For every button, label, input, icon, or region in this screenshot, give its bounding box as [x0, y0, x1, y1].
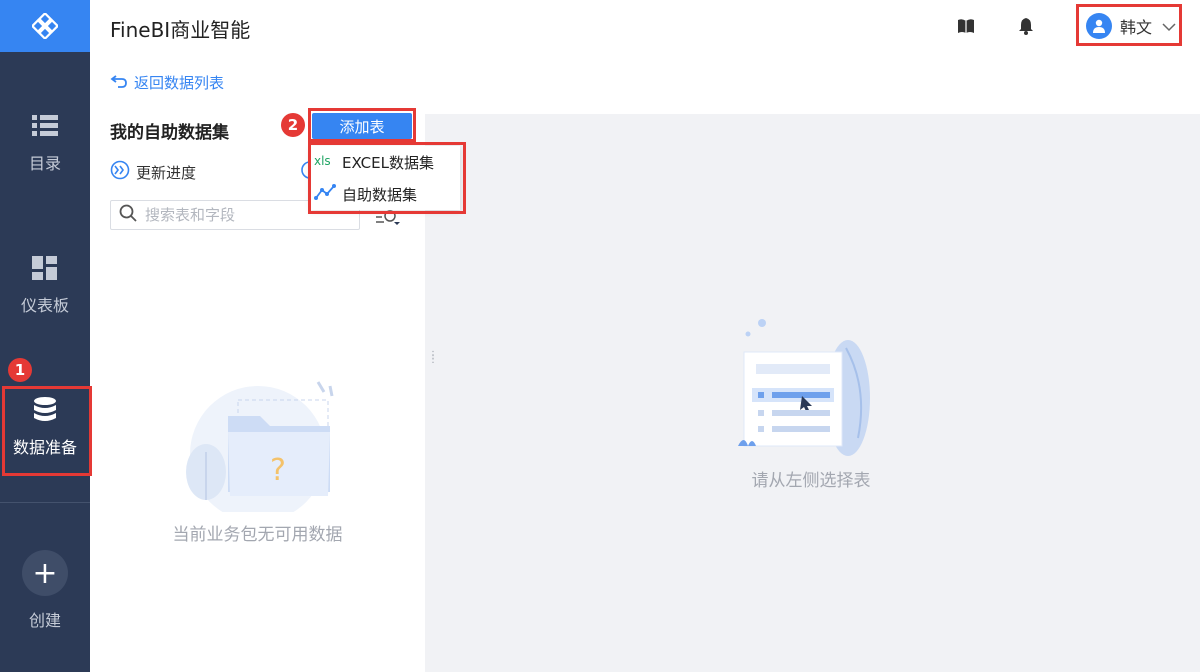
highlight-frame: [308, 108, 416, 142]
back-arrow-icon: [110, 74, 128, 92]
svg-text:?: ?: [270, 453, 286, 488]
sidebar-item-label: 仪表板: [20, 296, 69, 315]
progress-icon: [110, 160, 130, 184]
update-progress-button[interactable]: 更新进度: [110, 160, 196, 184]
select-table-illustration: [738, 319, 870, 456]
create-label: 创建: [28, 611, 61, 630]
empty-folder-illustration: ?: [186, 381, 334, 512]
create-button[interactable]: +: [22, 550, 68, 596]
bell-icon[interactable]: [1016, 16, 1036, 36]
back-to-data-list-link[interactable]: 返回数据列表: [110, 72, 224, 93]
plus-icon: +: [32, 555, 58, 591]
step-badge: 2: [281, 113, 305, 137]
panel-title: 我的自助数据集: [110, 123, 229, 143]
update-progress-label: 更新进度: [136, 163, 197, 182]
highlight-frame: [308, 142, 466, 214]
app-logo[interactable]: [0, 0, 90, 52]
highlight-frame: [1076, 4, 1182, 46]
dashboard-icon: [32, 254, 58, 282]
content-toolbar: [425, 52, 1200, 114]
empty-package-text: 当前业务包无可用数据: [172, 525, 343, 545]
list-icon: [32, 112, 58, 140]
sidebar-item-dashboard[interactable]: 仪表板: [0, 250, 90, 320]
logo-icon: [32, 13, 58, 39]
search-icon: [119, 204, 137, 226]
back-link-label: 返回数据列表: [134, 74, 225, 92]
sidebar-item-catalog[interactable]: 目录: [0, 108, 90, 178]
book-icon[interactable]: [956, 16, 976, 36]
step-badge: 1: [8, 358, 32, 382]
sidebar-item-label: 目录: [28, 154, 61, 173]
app-title: FineBI商业智能: [110, 18, 251, 42]
sidebar-divider: [0, 502, 90, 503]
panel-resize-handle[interactable]: ⋮ ⋮: [428, 351, 438, 365]
sidebar: 目录 仪表板 数据准备 + 创建: [0, 0, 90, 672]
select-table-hint: 请从左侧选择表: [751, 471, 871, 491]
top-header: FineBI商业智能 韩文: [90, 0, 1200, 52]
highlight-frame: [2, 386, 92, 476]
